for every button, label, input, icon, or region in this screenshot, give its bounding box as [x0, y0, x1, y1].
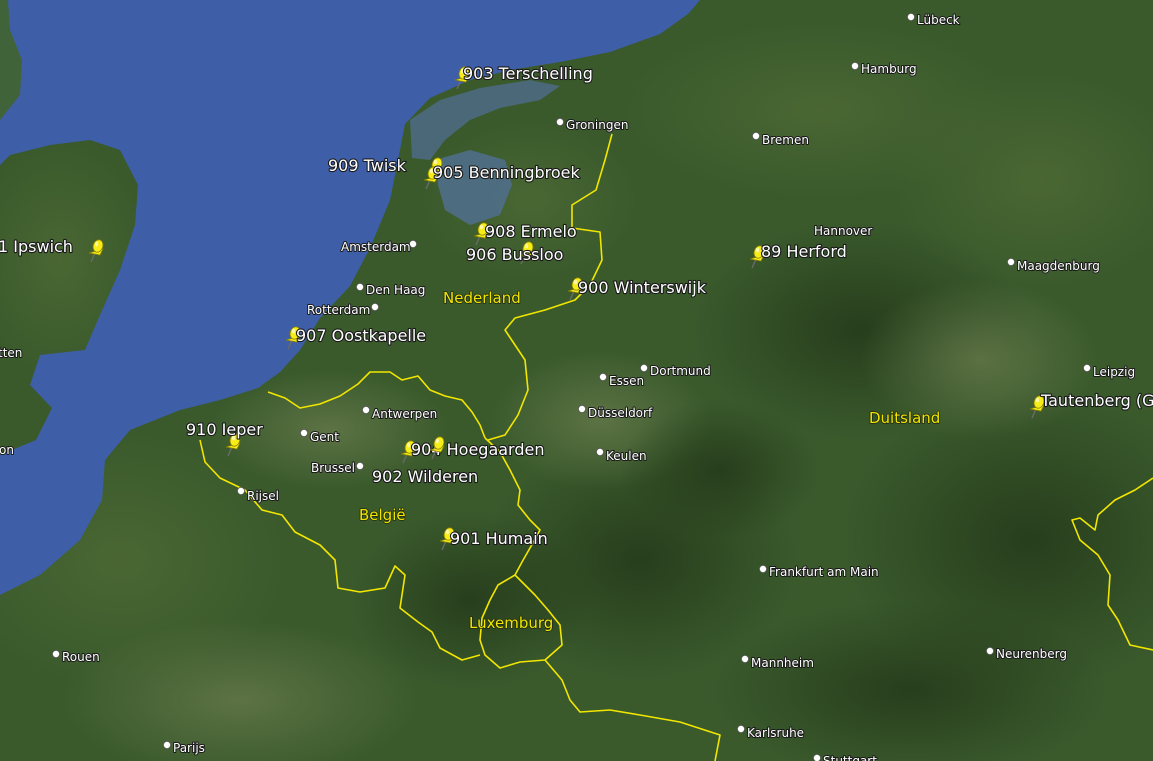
city-name: Leipzig: [1093, 365, 1135, 379]
city-denhaag[interactable]: Den Haag: [355, 282, 426, 298]
city-dot-icon: [370, 302, 379, 311]
placemark-label: 908 Ermelo: [485, 222, 577, 241]
city-name: Den Haag: [366, 283, 425, 297]
city-dot-icon: [737, 725, 746, 734]
satellite-map[interactable]: Lübeck Hamburg Groningen Bremen Hannover Amst…: [0, 0, 1153, 761]
city-karlsruhe[interactable]: Karlsruhe: [737, 725, 805, 741]
city-name: Stuttgart: [823, 754, 877, 761]
placemark-label: 901 Humain: [450, 529, 548, 548]
placemark-label: 903 Terschelling: [463, 64, 593, 83]
city-antwerpen[interactable]: Antwerpen: [361, 405, 438, 422]
city-name: Neurenberg: [996, 647, 1067, 661]
city-stuttgart[interactable]: Stuttgart: [813, 753, 878, 761]
city-name: Amsterdam: [341, 240, 411, 254]
country-belgie: België: [359, 506, 406, 524]
city-name: Hannover: [814, 224, 872, 238]
city-edge_on[interactable]: on: [0, 442, 15, 458]
city-dot-icon: [355, 461, 364, 470]
city-hamburg[interactable]: Hamburg: [851, 61, 918, 77]
city-name: Keulen: [606, 449, 647, 463]
city-name: Mannheim: [751, 656, 814, 670]
city-dot-icon: [752, 131, 761, 140]
city-dortmund[interactable]: Dortmund: [640, 363, 712, 379]
city-dot-icon: [236, 486, 245, 495]
city-dot-icon: [299, 428, 308, 437]
country-luxemburg: Luxemburg: [469, 614, 553, 632]
city-dot-icon: [599, 372, 608, 381]
city-name: Essen: [609, 374, 644, 388]
city-dot-icon: [907, 12, 916, 21]
city-name: Karlsruhe: [747, 726, 804, 740]
city-name: Bremen: [762, 133, 809, 147]
country-duitsland: Duitsland: [869, 409, 940, 427]
city-dot-icon: [355, 282, 364, 291]
city-name: Rijsel: [247, 489, 279, 503]
placemark-label: 902 Wilderen: [372, 467, 478, 486]
city-frankfurt[interactable]: Frankfurt am Main: [759, 564, 880, 580]
city-name: Rotterdam: [307, 303, 370, 317]
placemark-label: 909 Twisk: [328, 156, 407, 175]
city-groningen[interactable]: Groningen: [556, 117, 629, 133]
placemark-label: 89 Herford: [761, 242, 847, 261]
city-dot-icon: [851, 62, 860, 71]
city-dot-icon: [813, 754, 821, 761]
city-rotterdam[interactable]: Rotterdam: [306, 302, 379, 318]
city-dot-icon: [578, 404, 587, 413]
placemark-label: 906 Bussloo: [466, 245, 563, 264]
city-dot-icon: [556, 118, 565, 127]
city-name: Hamburg: [861, 62, 917, 76]
city-amsterdam[interactable]: Amsterdam: [340, 239, 417, 255]
city-name: Düsseldorf: [588, 406, 653, 420]
city-name: Parijs: [173, 741, 205, 755]
city-hannover[interactable]: Hannover: [813, 223, 873, 239]
city-name: Dortmund: [650, 364, 711, 378]
city-name: Gent: [310, 430, 339, 444]
city-dot-icon: [361, 405, 370, 414]
city-name: Groningen: [566, 118, 628, 132]
city-dot-icon: [1083, 363, 1092, 372]
city-name: Brussel: [311, 461, 355, 475]
placemark-bussloo[interactable]: 906 Bussloo: [465, 241, 565, 265]
city-dot-icon: [759, 565, 768, 574]
city-dot-icon: [640, 363, 649, 372]
city-mannheim[interactable]: Mannheim: [741, 655, 815, 671]
city-edge_tten[interactable]: tten: [0, 345, 23, 361]
city-name: Frankfurt am Main: [769, 565, 879, 579]
placemark-label: 905 Benningbroek: [433, 163, 580, 182]
placemark-label: Tautenberg (G: [1040, 391, 1153, 410]
city-maagdenburg[interactable]: Maagdenburg: [1007, 257, 1101, 274]
city-dot-icon: [986, 647, 995, 656]
city-name: on: [0, 443, 14, 457]
placemark-label: 1 Ipswich: [0, 237, 73, 256]
country-nederland: Nederland: [443, 289, 521, 307]
placemark-label: 907 Oostkapelle: [296, 326, 426, 345]
city-dusseldorf[interactable]: Düsseldorf: [578, 404, 654, 421]
city-name: Rouen: [62, 650, 100, 664]
city-dot-icon: [52, 650, 61, 659]
city-dot-icon: [741, 655, 750, 664]
city-dot-icon: [1007, 257, 1016, 266]
city-name: Lübeck: [917, 13, 960, 27]
city-name: Maagdenburg: [1017, 259, 1100, 273]
city-dot-icon: [596, 447, 605, 456]
placemark-humain[interactable]: 901 Humain: [439, 527, 549, 551]
city-name: Antwerpen: [372, 407, 437, 421]
city-dot-icon: [162, 741, 171, 750]
placemark-winterswijk[interactable]: 900 Winterswijk: [567, 277, 708, 301]
placemark-label: 910 Ieper: [186, 420, 263, 439]
placemark-label: 900 Winterswijk: [578, 278, 707, 297]
city-neurenberg[interactable]: Neurenberg: [986, 646, 1068, 662]
city-name: tten: [0, 346, 22, 360]
